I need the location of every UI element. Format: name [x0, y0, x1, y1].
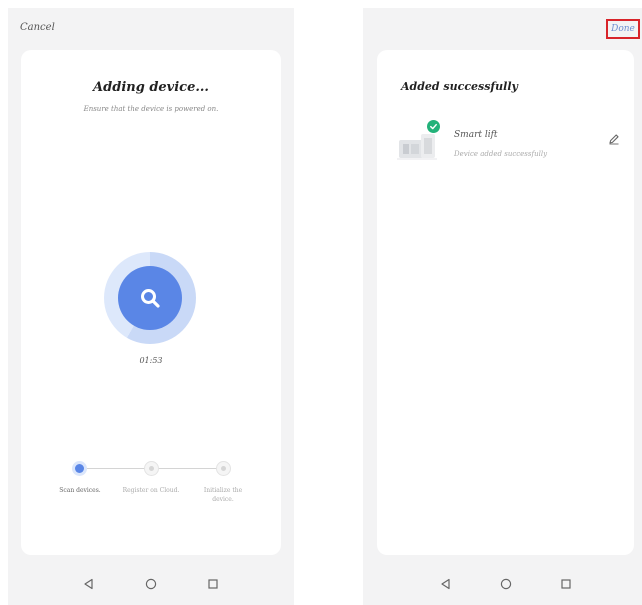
step-indicator-register: [144, 461, 159, 476]
edit-device-name-button[interactable]: [608, 130, 620, 145]
step-connector: [157, 468, 217, 469]
back-triangle-icon: [441, 578, 450, 590]
page-title: Added successfully: [401, 80, 518, 93]
progress-steps: Scan devices. Register on Cloud. Initial…: [21, 458, 281, 518]
page-subtitle: Ensure that the device is powered on.: [83, 105, 219, 113]
top-bar: Done: [363, 8, 642, 46]
check-circle-icon: [430, 123, 437, 130]
step-indicator-initialize: [216, 461, 231, 476]
added-successfully-card: Added successfully Smart lift Device add…: [377, 50, 634, 555]
nav-recent-button[interactable]: [557, 575, 575, 593]
step-label-initialize: Initialize the device.: [203, 487, 243, 503]
home-circle-icon: [500, 578, 512, 590]
nav-recent-button[interactable]: [204, 575, 222, 593]
step-indicator-scan: [72, 461, 87, 476]
adding-device-card: Adding device... Ensure that the device …: [21, 50, 281, 555]
device-list-item[interactable]: Smart lift Device added successfully: [397, 120, 620, 164]
step-connector: [83, 468, 145, 469]
home-circle-icon: [145, 578, 157, 590]
done-button[interactable]: Done: [606, 19, 640, 39]
nav-back-button[interactable]: [437, 575, 455, 593]
nav-home-button[interactable]: [142, 575, 160, 593]
system-nav-bar: [363, 565, 642, 605]
back-triangle-icon: [84, 578, 93, 590]
device-status: Device added successfully: [454, 150, 548, 158]
recent-square-icon: [561, 579, 571, 589]
magnifier-icon: [141, 289, 160, 308]
nav-home-button[interactable]: [497, 575, 515, 593]
page-title: Adding device...: [93, 80, 209, 95]
done-button-label: Done: [611, 24, 635, 34]
step-label-register: Register on Cloud.: [122, 487, 180, 494]
recent-square-icon: [208, 579, 218, 589]
nav-back-button[interactable]: [80, 575, 98, 593]
top-bar: Cancel: [8, 8, 294, 46]
cancel-button[interactable]: Cancel: [20, 22, 55, 33]
pencil-icon: [609, 134, 619, 145]
success-check-badge: [427, 120, 440, 133]
system-nav-bar: [8, 565, 294, 605]
adding-device-screen: Cancel Adding device... Ensure that the …: [8, 8, 294, 605]
scan-indicator: [118, 266, 182, 330]
step-label-scan: Scan devices.: [59, 487, 101, 494]
device-name: Smart lift: [454, 130, 498, 140]
countdown-timer: 01:53: [139, 356, 163, 365]
scan-progress-ring: [104, 252, 196, 344]
added-successfully-screen: Done Added successfully Smart lift Devic…: [363, 8, 642, 605]
